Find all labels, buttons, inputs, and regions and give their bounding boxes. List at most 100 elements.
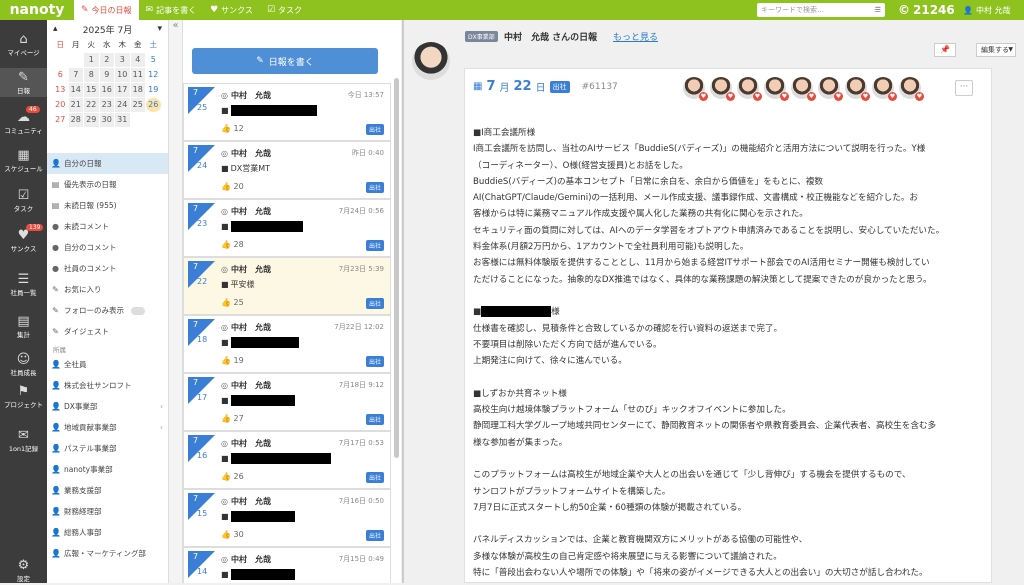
calendar-day[interactable]: 17 [115,83,130,97]
top-nav-item[interactable]: ♥ サンクス [203,0,260,20]
left-nav-item[interactable]: ☺ 社員成長 [0,350,47,379]
filter-icon[interactable]: ☰ [875,6,881,14]
user-menu[interactable]: 👤 中村 允哉 [963,0,1011,20]
report-card[interactable]: 7 17 ◎ 中村 允哉 7月18日 9:12 ■ 👍 27 出社 [183,373,391,431]
calendar-day[interactable]: 31 [115,113,130,127]
group-item[interactable]: 👤 財務経理部 [47,501,168,522]
calendar-day[interactable]: 3 [115,53,130,67]
prev-month-icon[interactable]: ▴ [53,24,58,34]
edit-button[interactable]: 編集する ▼ [976,43,1016,57]
calendar-day[interactable]: 27 [53,113,68,127]
more-link[interactable]: もっと見る [613,30,658,43]
calendar-day[interactable]: 9 [99,68,114,82]
group-item[interactable]: 👤 地域貢献事業部 ‹ [47,417,168,438]
calendar-day[interactable]: 23 [99,98,114,112]
group-item[interactable]: 👤 業務支援部 [47,480,168,501]
calendar-day[interactable]: 4 [130,53,145,67]
left-nav-item[interactable]: ✉ 1on1記録 [0,426,47,455]
next-month-icon[interactable]: ▾ [157,24,162,34]
author-avatar[interactable] [412,42,450,80]
calendar-day[interactable]: 18 [130,83,145,97]
calendar-day[interactable]: 20 [53,98,68,112]
calendar-day[interactable]: 25 [130,98,145,112]
points-display[interactable]: © 21246 [898,0,955,20]
sidebar-menu-item[interactable]: ✎ ダイジェスト [47,321,168,342]
more-menu-icon[interactable]: ··· [955,80,973,96]
reactor-avatar[interactable]: ♥ [764,77,789,101]
pin-button[interactable]: 📌 [934,43,956,57]
collapse-bar[interactable]: « [169,20,183,583]
calendar-day[interactable]: 1 [84,53,99,67]
left-nav-item[interactable]: ☑ タスク [0,186,47,215]
calendar-day[interactable]: 10 [115,68,130,82]
report-card[interactable]: 7 18 ◎ 中村 允哉 7月22日 12:02 ■ 👍 19 出社 [183,315,391,373]
group-item[interactable]: 👤 nanoty事業部 [47,459,168,480]
calendar-day[interactable]: 19 [146,83,161,97]
calendar-day[interactable]: 16 [99,83,114,97]
left-nav-item[interactable]: ▦ スケジュール [0,146,47,175]
calendar-day[interactable]: 28 [68,113,83,127]
top-nav-item[interactable]: ☑ タスク [260,0,309,20]
report-card[interactable]: 7 15 ◎ 中村 允哉 7月16日 0:50 ■ 👍 30 出社 [183,489,391,547]
search-input[interactable]: キーワードで検索… ☰ [757,3,885,17]
calendar-day[interactable]: 26 [146,98,161,112]
left-nav-item[interactable]: ☰ 社員一覧 [0,270,47,299]
report-list-scrollbar[interactable] [394,78,399,458]
report-card[interactable]: 7 22 ◎ 中村 允哉 7月23日 5:39 ■ 平安様 👍 25 出社 [183,257,391,315]
sidebar-menu-item[interactable]: ● 自分のコメント [47,237,168,258]
write-report-button[interactable]: ✎ 日報を書く [192,48,378,74]
top-nav-item[interactable]: ✉ 記事を書く [139,0,204,20]
left-nav-item[interactable]: ✎ 日報 [0,68,47,97]
collapse-icon[interactable]: « [172,20,178,31]
report-card[interactable]: 7 23 ◎ 中村 允哉 7月24日 0:56 ■ 👍 28 出社 [183,199,391,257]
group-item[interactable]: 👤 広報・マーケティング部 [47,543,168,564]
reactor-avatar[interactable]: ♥ [872,77,897,101]
calendar-day[interactable]: 12 [146,68,161,82]
left-nav-item[interactable]: ♥ サンクス 139 [0,224,47,255]
calendar-day[interactable]: 24 [115,98,130,112]
calendar-day[interactable]: 13 [53,83,68,97]
reactor-avatar[interactable]: ♥ [710,77,735,101]
follow-toggle[interactable] [131,306,145,315]
left-nav-item[interactable]: ☁ コミュニティ 46 [0,106,47,137]
sidebar-menu-item[interactable]: ✎ お気に入り [47,279,168,300]
left-nav-item[interactable]: ▤ 集計 [0,312,47,341]
sidebar-menu-item[interactable]: ▤ 未読日報 (955) [47,195,168,216]
calendar-day[interactable]: 8 [84,68,99,82]
calendar-day[interactable]: 5 [146,53,161,67]
calendar-day[interactable]: 21 [68,98,83,112]
reactor-avatar[interactable]: ♥ [683,77,708,101]
reactor-avatar[interactable]: ♥ [899,77,924,101]
report-card[interactable]: 7 16 ◎ 中村 允哉 7月17日 0:53 ■ 👍 26 出社 [183,431,391,489]
report-card[interactable]: 7 24 ◎ 中村 允哉 昨日 0:40 ■ DX営業MT 👍 20 出社 [183,141,391,199]
calendar-day[interactable]: 6 [53,68,68,82]
group-item[interactable]: 👤 DX事業部 ‹ [47,396,168,417]
calendar-day[interactable]: 7 [68,68,83,82]
sidebar-menu-item[interactable]: ▤ 優先表示の日報 [47,174,168,195]
calendar-day[interactable]: 29 [84,113,99,127]
calendar-day[interactable]: 15 [84,83,99,97]
calendar-day[interactable]: 22 [84,98,99,112]
group-item[interactable]: 👤 株式会社サンロフト [47,375,168,396]
reactor-avatar[interactable]: ♥ [845,77,870,101]
group-item[interactable]: 👤 総務人事部 [47,522,168,543]
sidebar-menu-item[interactable]: ● 社員のコメント [47,258,168,279]
top-nav-item[interactable]: ✎ 今日の日報 [74,0,139,20]
sidebar-menu-item[interactable]: ✎ フォローのみ表示 [47,300,168,321]
left-nav-item[interactable]: ⌂ マイページ [0,30,47,59]
left-nav-item[interactable]: ⚙ 設定 [0,556,47,585]
calendar-day[interactable]: 30 [99,113,114,127]
reactor-avatar[interactable]: ♥ [737,77,762,101]
sidebar-menu-item[interactable]: 👤 自分の日報 [47,153,168,174]
left-nav-item[interactable]: ⚑ プロジェクト [0,382,47,411]
reactor-avatar[interactable]: ♥ [818,77,843,101]
group-item[interactable]: 👤 パステル事業部 [47,438,168,459]
calendar-day[interactable]: 14 [68,83,83,97]
sidebar-menu-item[interactable]: ● 未読コメント [47,216,168,237]
group-item[interactable]: 👤 全社員 [47,354,168,375]
report-card[interactable]: 714◎中村 允哉7月15日 0:49■👍 26出社 [183,547,391,583]
nanoty-logo[interactable]: nanoty [0,0,74,20]
calendar-day[interactable]: 2 [99,53,114,67]
reactor-avatar[interactable]: ♥ [791,77,816,101]
calendar-day[interactable]: 11 [130,68,145,82]
